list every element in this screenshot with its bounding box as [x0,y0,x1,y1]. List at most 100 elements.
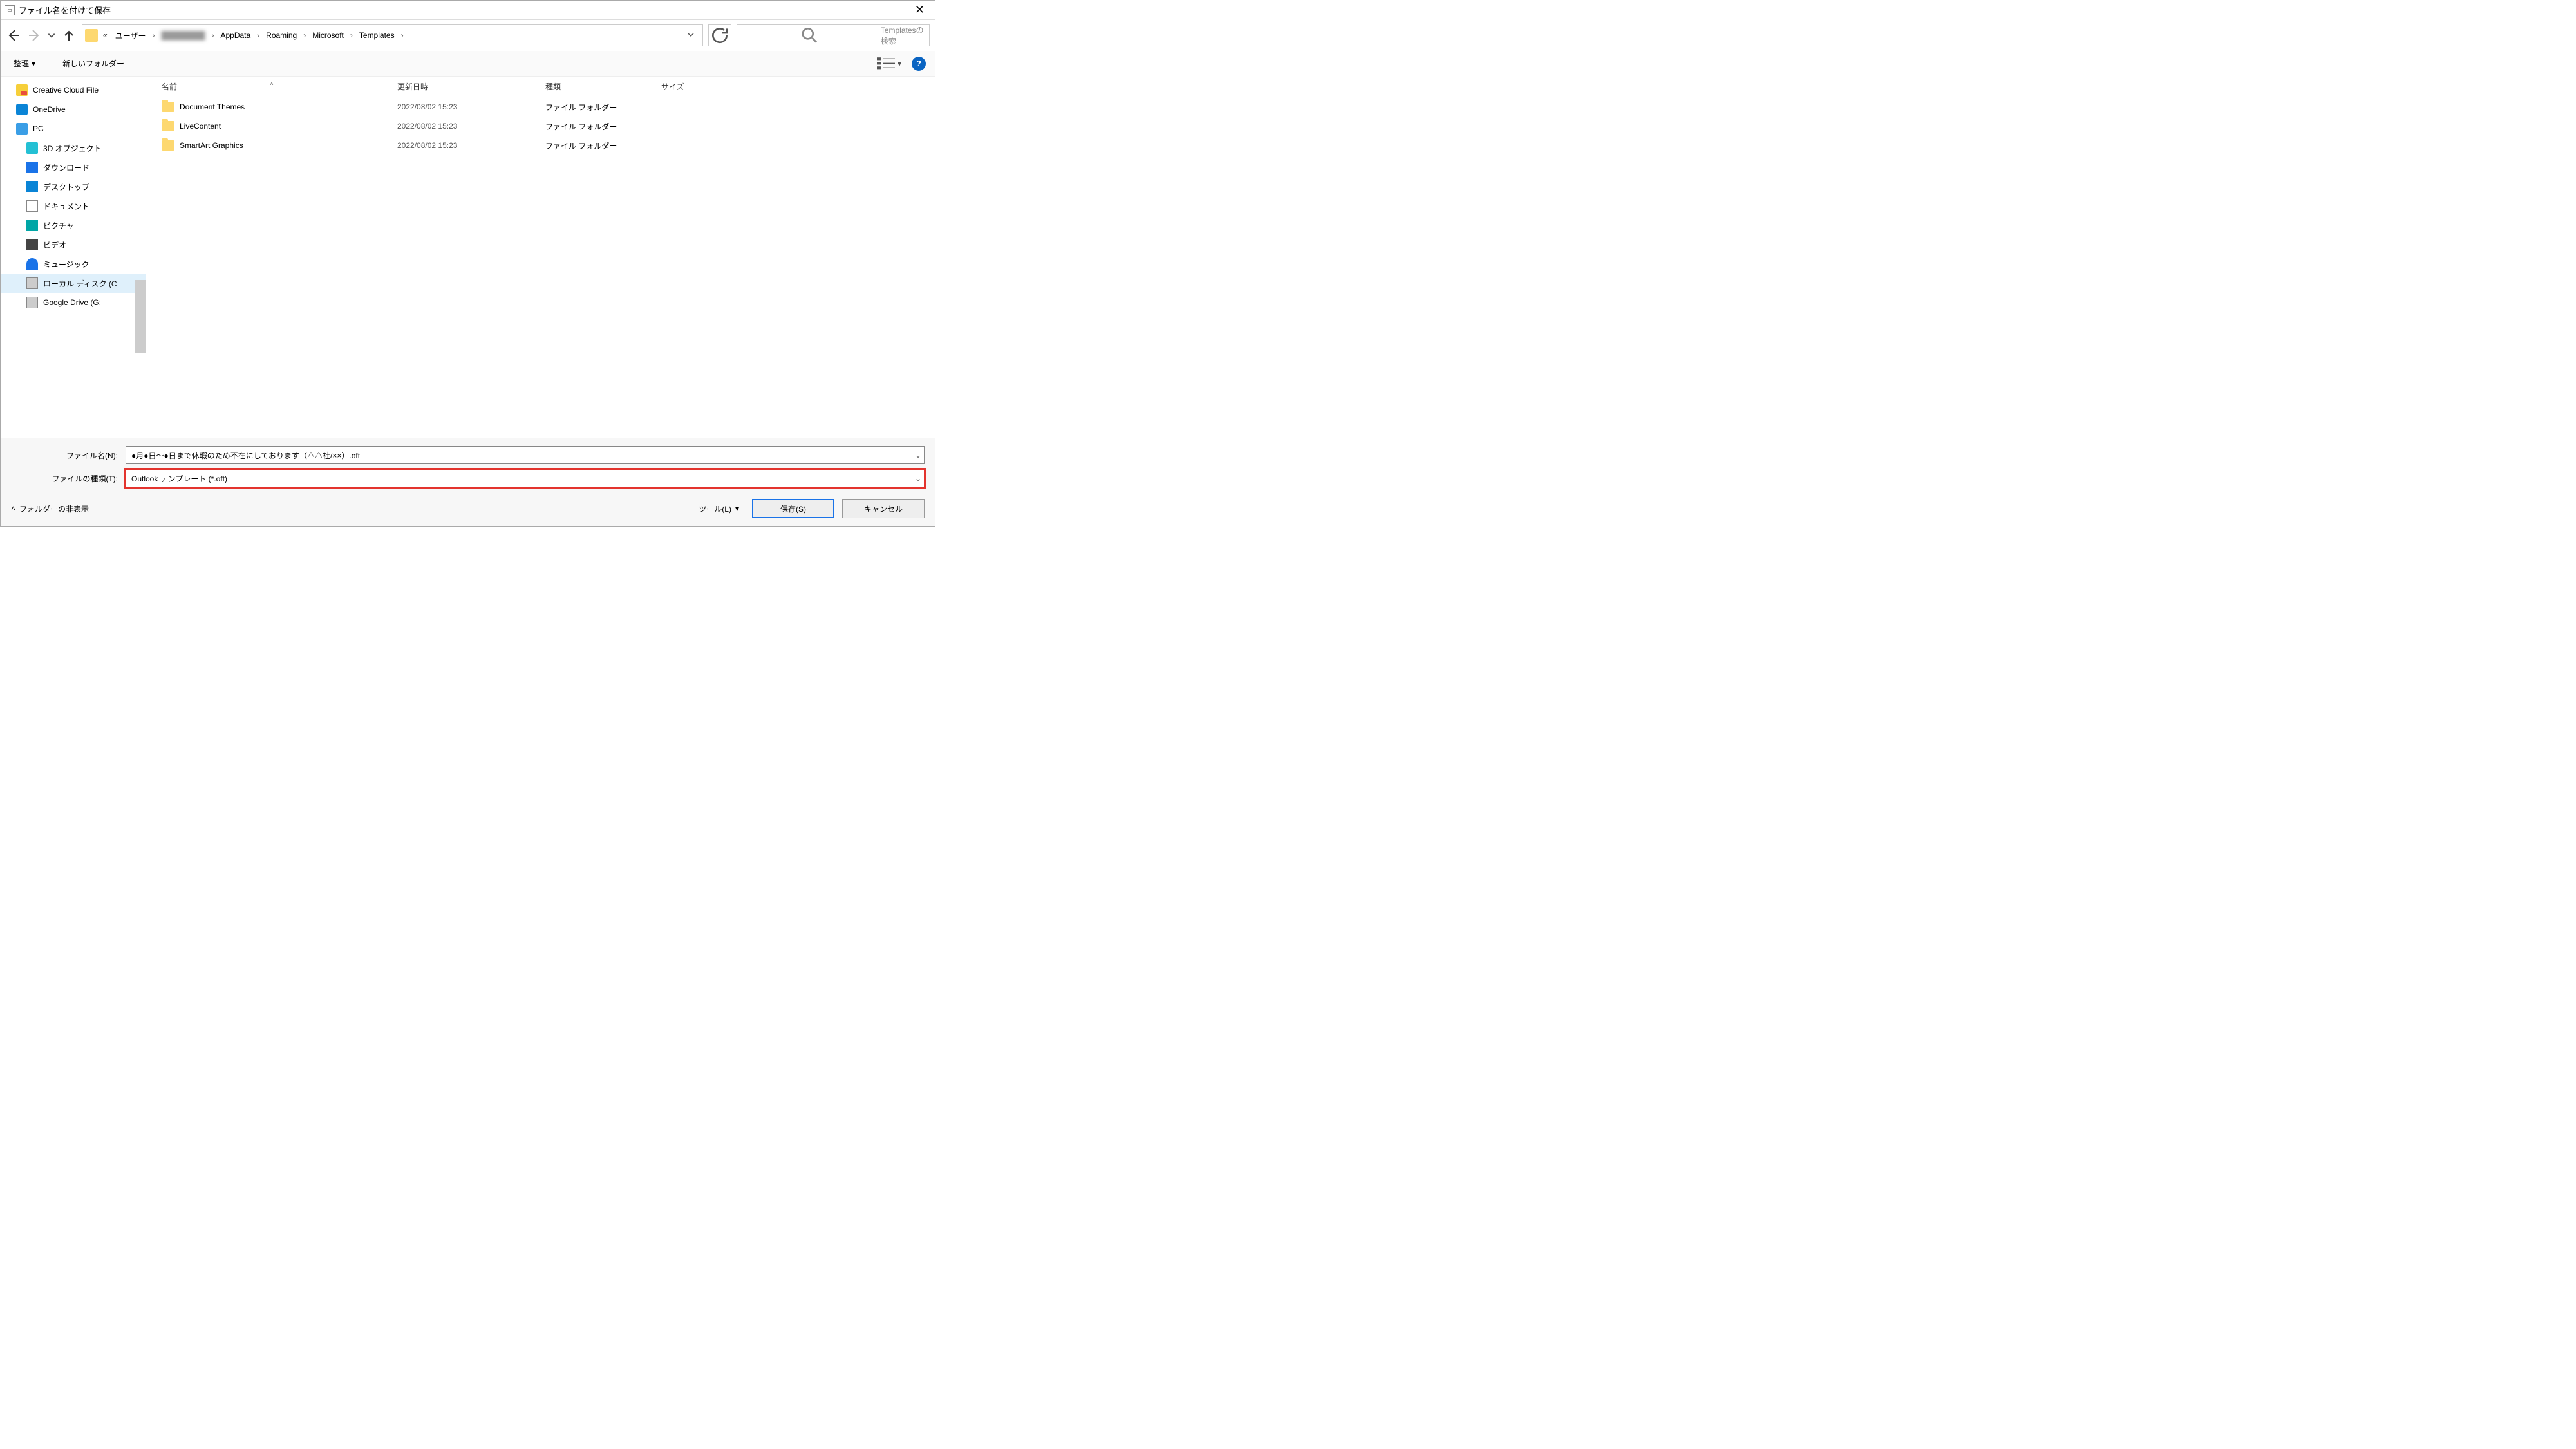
chevron-down-icon[interactable]: ⌄ [915,474,921,483]
breadcrumb-seg[interactable]: Templates [357,31,397,40]
chevron-right-icon: › [400,31,405,40]
tree-item-label: ダウンロード [43,162,89,173]
tools-button[interactable]: ツール(L) ▾ [693,501,744,517]
filetype-select[interactable]: Outlook テンプレート (*.oft) ⌄ [126,469,925,487]
ic-vid-icon [26,239,38,250]
close-button[interactable]: ✕ [908,3,931,17]
breadcrumb-prefix: « [100,31,110,40]
chevron-right-icon: › [256,31,261,40]
back-button[interactable] [6,28,21,43]
app-icon: ▭ [5,5,15,15]
tree-item-label: デスクトップ [43,182,89,192]
filename-input[interactable]: ●月●日～●日まで休暇のため不在にしております（△△社/××）.oft ⌄ [126,446,925,464]
filetype-label: ファイルの種類(T): [11,473,120,484]
help-button[interactable]: ? [912,57,926,71]
ic-3d-icon [26,142,38,154]
tree-item[interactable]: ピクチャ [1,216,146,235]
tree-item-label: ドキュメント [43,201,89,212]
file-type: ファイル フォルダー [545,102,661,113]
new-folder-button[interactable]: 新しいフォルダー [59,55,128,71]
chevron-up-icon: ˄ [11,504,15,513]
tree-item[interactable]: ドキュメント [1,196,146,216]
tree-item[interactable]: ミュージック [1,254,146,274]
chevron-right-icon: › [349,31,354,40]
breadcrumb-seg[interactable]: AppData [218,31,253,40]
ic-mus-icon [26,258,38,270]
file-name: Document Themes [180,102,245,111]
file-row[interactable]: SmartArt Graphics 2022/08/02 15:23ファイル フォ… [146,136,935,155]
ic-doc-icon [26,200,38,212]
file-name: SmartArt Graphics [180,141,243,150]
file-type: ファイル フォルダー [545,140,661,151]
tree-item[interactable]: 3D オブジェクト [1,138,146,158]
column-size[interactable]: サイズ [661,81,738,92]
organize-button[interactable]: 整理 ▾ [10,55,39,71]
tree-item-label: ミュージック [43,259,89,270]
up-button[interactable] [61,28,77,43]
chevron-down-icon[interactable]: ▾ [895,59,904,68]
save-button[interactable]: 保存(S) [752,499,834,518]
tree-item-label: ピクチャ [43,220,74,231]
folder-icon [85,29,98,42]
tree-item[interactable]: ダウンロード [1,158,146,177]
navigation-tree[interactable]: Creative Cloud File OneDrive PC 3D オブジェクトダウ… [1,77,146,438]
tree-item-label: ビデオ [43,239,66,250]
breadcrumb-seg[interactable]: Roaming [263,31,299,40]
refresh-button[interactable] [708,24,731,46]
column-type[interactable]: 種類 [545,81,661,92]
breadcrumb-seg[interactable]: Microsoft [310,31,346,40]
file-row[interactable]: LiveContent2022/08/02 15:23ファイル フォルダー [146,117,935,136]
recent-locations-dropdown[interactable] [47,31,56,40]
search-input[interactable]: Templatesの検索 [737,24,930,46]
chevron-down-icon: ▾ [735,504,739,513]
window-title: ファイル名を付けて保存 [19,4,908,16]
column-date[interactable]: 更新日時 [397,81,545,92]
main-area: Creative Cloud File OneDrive PC 3D オブジェクトダウ… [1,77,935,438]
tree-item[interactable]: Creative Cloud File [1,80,146,100]
view-options-button[interactable] [877,57,895,71]
sort-asc-icon: ˄ [270,80,273,87]
hide-folders-toggle[interactable]: ˄ フォルダーの非表示 [11,503,89,514]
tree-item-label: ローカル ディスク (C [43,278,117,289]
footer: ˄ フォルダーの非表示 ツール(L) ▾ 保存(S) キャンセル [1,498,935,526]
filename-label: ファイル名(N): [11,450,120,461]
ic-dt-icon [26,181,38,192]
tree-item[interactable]: ビデオ [1,235,146,254]
nav-row: « ユーザー› ████████› AppData› Roaming› Micr… [1,20,935,51]
breadcrumb-dropdown-icon[interactable] [682,31,700,41]
chevron-right-icon: › [210,31,215,40]
column-name[interactable]: ˄名前 [146,81,397,92]
ic-cc-icon [16,84,28,96]
search-icon [742,25,877,46]
column-headers[interactable]: ˄名前 更新日時 種類 サイズ [146,77,935,97]
tree-item[interactable]: デスクトップ [1,177,146,196]
file-date: 2022/08/02 15:23 [397,141,545,150]
chevron-down-icon[interactable]: ⌄ [915,451,921,460]
toolbar: 整理 ▾ 新しいフォルダー ▾ ? [1,51,935,77]
tree-item-label: 3D オブジェクト [43,143,102,154]
tree-item[interactable]: OneDrive [1,100,146,119]
file-date: 2022/08/02 15:23 [397,102,545,111]
tree-item[interactable]: Google Drive (G: [1,293,146,312]
tree-scrollbar[interactable] [135,280,146,353]
folder-icon [162,121,174,131]
breadcrumb-bar[interactable]: « ユーザー› ████████› AppData› Roaming› Micr… [82,24,703,46]
chevron-right-icon: › [151,31,156,40]
save-as-dialog: ▭ ファイル名を付けて保存 ✕ « ユーザー› ████████› AppDat… [0,0,935,527]
ic-drv-icon [26,277,38,289]
bottom-panel: ファイル名(N): ●月●日～●日まで休暇のため不在にしております（△△社/××… [1,438,935,498]
ic-od-icon [16,104,28,115]
tree-item[interactable]: PC [1,119,146,138]
ic-dl-icon [26,162,38,173]
tree-item-label: OneDrive [33,105,66,114]
cancel-button[interactable]: キャンセル [842,499,925,518]
file-name: LiveContent [180,122,221,131]
breadcrumb-seg[interactable]: ユーザー [113,30,149,41]
breadcrumb-seg-redacted[interactable]: ████████ [158,31,207,40]
tree-item[interactable]: ローカル ディスク (C [1,274,146,293]
tree-item-label: Creative Cloud File [33,86,99,95]
forward-button[interactable] [26,28,42,43]
file-row[interactable]: Document Themes 2022/08/02 15:23ファイル フォルダ… [146,97,935,117]
folder-icon [162,102,174,112]
titlebar: ▭ ファイル名を付けて保存 ✕ [1,1,935,20]
